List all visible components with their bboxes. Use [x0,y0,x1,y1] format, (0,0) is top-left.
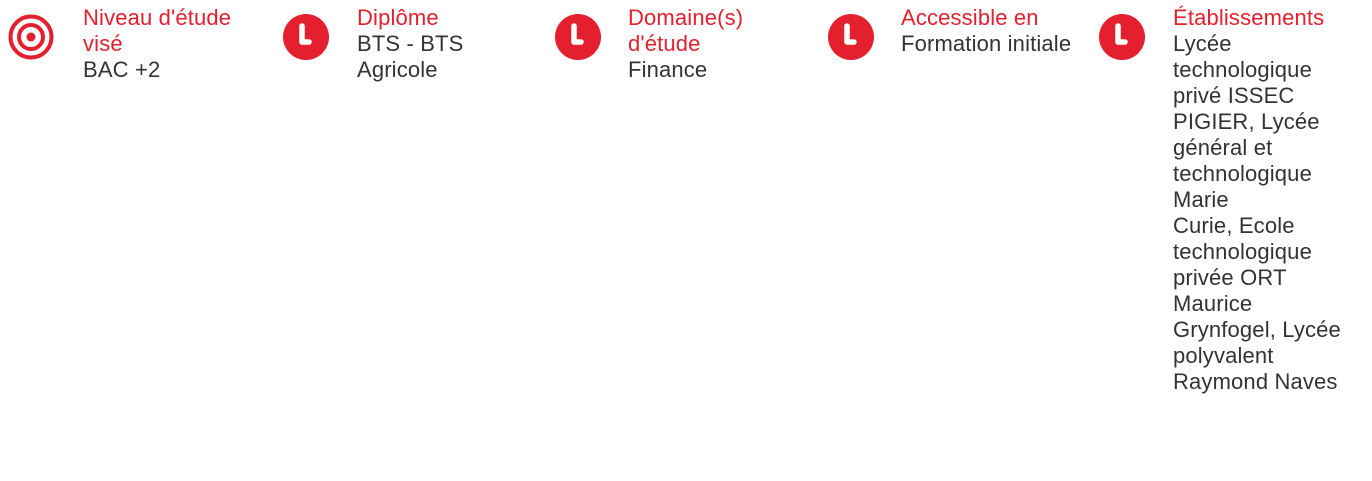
niveau-value: BAC +2 [83,57,161,82]
clock-icon [283,14,329,60]
domaine-label: Domaine(s) d'étude [628,5,744,56]
etablissements-label: Établissements [1173,5,1325,30]
clock-icon [555,14,601,60]
etablissements-value: Lycée technologique privé ISSEC PIGIER, … [1173,31,1341,394]
accessible-value: Formation initiale [901,31,1072,56]
clock-icon [828,14,874,60]
accessible-label: Accessible en [901,5,1039,30]
domaine-value: Finance [628,57,708,82]
niveau-label: Niveau d'étude visé [83,5,232,56]
target-icon [8,14,54,60]
diplome-label: Diplôme [357,5,439,30]
diplome-value: BTS - BTS Agricole [357,31,464,82]
clock-icon [1099,14,1145,60]
